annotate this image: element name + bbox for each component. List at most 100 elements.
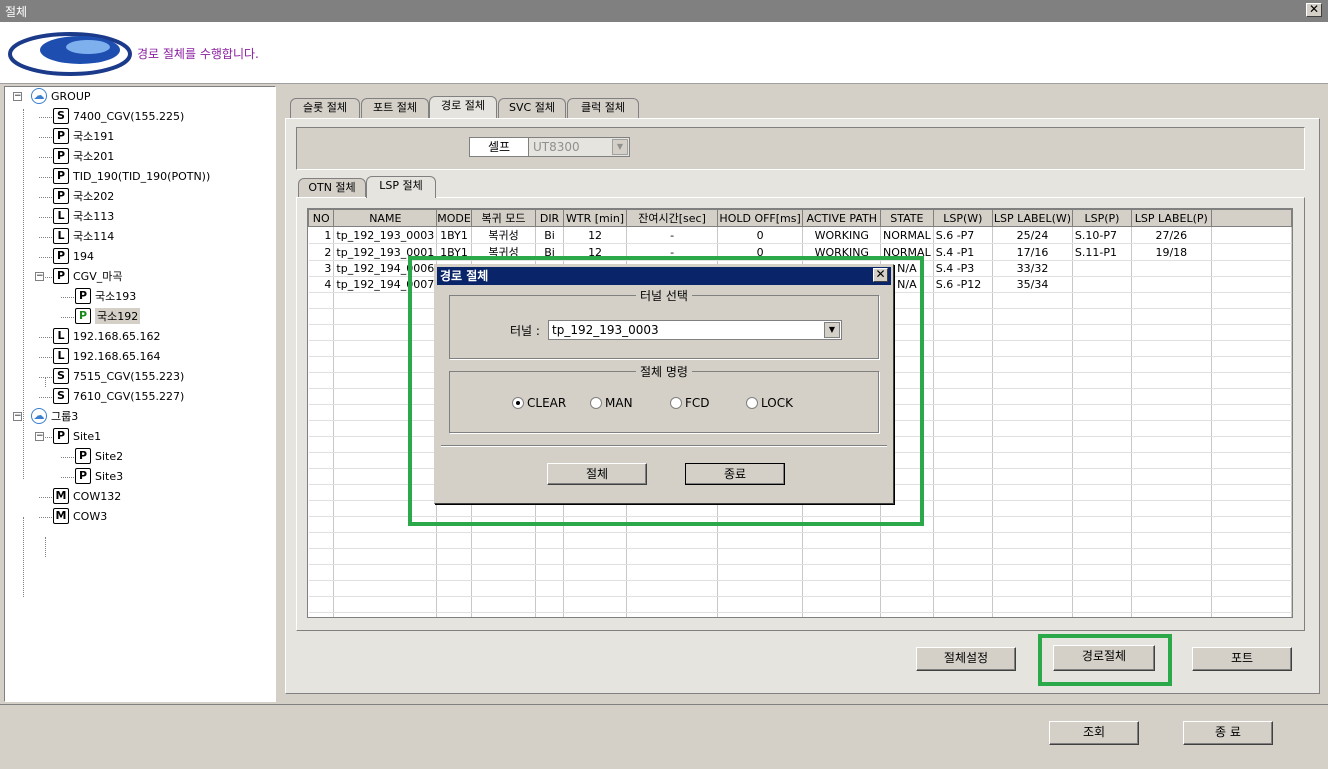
table-row[interactable] xyxy=(308,596,1292,613)
column-header[interactable]: MODE xyxy=(436,209,472,227)
tree-node[interactable]: P 국소202 xyxy=(53,188,114,206)
column-header[interactable]: ACTIVE PATH xyxy=(802,209,882,227)
table-row[interactable] xyxy=(308,516,1292,533)
radio-lock[interactable]: LOCK xyxy=(746,395,793,410)
column-header[interactable]: LSP(P) xyxy=(1071,209,1133,227)
table-cell xyxy=(992,292,1073,309)
table-cell xyxy=(1072,356,1133,373)
column-header[interactable]: HOLD OFF[ms] xyxy=(716,209,804,227)
dialog-switch-button[interactable]: 절체 xyxy=(547,463,647,485)
column-header[interactable]: STATE xyxy=(880,209,934,227)
tree-node[interactable]: P Site2 xyxy=(75,448,123,466)
tree-node[interactable]: P Site3 xyxy=(75,468,123,486)
radio-clear-label: CLEAR xyxy=(527,395,567,410)
table-cell: S.6 -P7 xyxy=(933,226,994,244)
table-cell xyxy=(992,436,1073,453)
table-cell xyxy=(880,548,934,565)
tree-node[interactable]: P 국소201 xyxy=(53,148,114,166)
column-header[interactable]: LSP(W) xyxy=(932,209,994,227)
tree-node[interactable]: P Site1 xyxy=(53,428,101,446)
table-cell xyxy=(333,308,438,325)
tree-collapse-icon[interactable]: − xyxy=(35,272,44,281)
table-cell xyxy=(802,532,882,549)
tree-collapse-icon[interactable]: − xyxy=(35,432,44,441)
tree-collapse-icon[interactable]: − xyxy=(13,92,22,101)
tree-node[interactable]: M COW3 xyxy=(53,508,107,526)
dialog-close-icon[interactable]: ✕ xyxy=(873,268,888,282)
subtab-lsp[interactable]: LSP 절체 xyxy=(366,176,436,198)
path-switch-button[interactable]: 경로절체 xyxy=(1053,645,1155,671)
tree-node[interactable]: ☁ GROUP xyxy=(31,88,91,106)
tree-collapse-icon[interactable]: − xyxy=(13,412,22,421)
table-row[interactable]: 2 tp_192_193_0001 1BY1 복귀성 Bi 12-0 WORKING NORM… xyxy=(308,243,1292,261)
table-cell xyxy=(333,420,438,437)
switch-setting-button[interactable]: 절체설정 xyxy=(916,647,1016,671)
shelf-select[interactable]: UT8300 ▼ xyxy=(528,137,630,157)
radio-fcd[interactable]: FCD xyxy=(670,395,710,410)
query-button[interactable]: 조회 xyxy=(1049,721,1139,745)
tree-node[interactable]: P CGV_마곡 xyxy=(53,268,122,286)
radio-clear[interactable]: CLEAR xyxy=(512,395,566,410)
table-cell xyxy=(308,340,335,357)
table-cell xyxy=(563,532,628,549)
tree-node[interactable]: L 국소113 xyxy=(53,208,114,226)
tree-node[interactable]: P 국소192 xyxy=(75,308,141,326)
table-row[interactable] xyxy=(308,564,1292,581)
column-header[interactable]: 복귀 모드 xyxy=(470,209,537,227)
tab-path-switch[interactable]: 경로 절체 xyxy=(429,96,497,118)
table-row[interactable] xyxy=(308,612,1292,617)
table-cell: 17/16 xyxy=(992,243,1073,261)
table-row[interactable]: 1 tp_192_193_0003 1BY1 복귀성 Bi 12-0 WORKING NORM… xyxy=(308,226,1292,244)
tab-port-switch[interactable]: 포트 절체 xyxy=(361,98,429,118)
tree-node[interactable]: ☁ 그룹3 xyxy=(31,408,78,426)
tab-clock-switch[interactable]: 클럭 절체 xyxy=(567,98,639,118)
node-type-s-icon: S xyxy=(53,388,69,404)
chevron-down-icon[interactable]: ▼ xyxy=(612,139,628,155)
tree-node-label: 국소191 xyxy=(73,130,115,143)
tree-node[interactable]: L 192.168.65.164 xyxy=(53,348,160,366)
tree-node[interactable]: P 국소191 xyxy=(53,128,114,146)
tree-node[interactable]: L 국소114 xyxy=(53,228,114,246)
column-header[interactable]: NAME xyxy=(333,209,438,227)
table-cell xyxy=(1131,452,1212,469)
tree-node[interactable]: P 국소193 xyxy=(75,288,136,306)
tree-node[interactable]: S 7515_CGV(155.223) xyxy=(53,368,184,386)
exit-button[interactable]: 종 료 xyxy=(1183,721,1273,745)
tree-connector xyxy=(45,537,46,557)
column-header[interactable]: 잔여시간[sec] xyxy=(626,209,718,227)
tunnel-select[interactable]: tp_192_193_0003 ▼ xyxy=(548,320,842,340)
node-type-m-icon: M xyxy=(53,488,69,504)
column-header[interactable]: LSP LABEL(P) xyxy=(1131,209,1212,227)
node-type-p-icon: P xyxy=(53,428,69,444)
column-header[interactable]: LSP LABEL(W) xyxy=(992,209,1073,227)
tree-node[interactable]: M COW132 xyxy=(53,488,121,506)
table-cell xyxy=(880,564,934,581)
table-row[interactable] xyxy=(308,580,1292,597)
tree-node[interactable]: L 192.168.65.162 xyxy=(53,328,160,346)
column-header[interactable]: WTR [min] xyxy=(562,209,628,227)
table-cell xyxy=(802,580,882,597)
radio-man[interactable]: MAN xyxy=(590,395,633,410)
table-cell xyxy=(333,452,438,469)
column-header[interactable]: NO xyxy=(308,209,335,227)
command-group-title: 절체 명령 xyxy=(636,365,692,379)
dialog-close-button[interactable]: 종료 xyxy=(685,463,785,485)
table-cell xyxy=(880,516,934,533)
column-header[interactable] xyxy=(1210,209,1292,227)
subtab-otn[interactable]: OTN 절체 xyxy=(298,178,366,198)
tree-node[interactable]: P TID_190(TID_190(POTN)) xyxy=(53,168,210,186)
table-cell xyxy=(1131,372,1212,389)
port-button[interactable]: 포트 xyxy=(1192,647,1292,671)
window-close-icon[interactable]: ✕ xyxy=(1306,3,1322,17)
tree-node[interactable]: P 194 xyxy=(53,248,94,266)
tab-slot-switch[interactable]: 슬롯 절체 xyxy=(290,98,360,118)
column-header[interactable]: DIR xyxy=(535,209,564,227)
tree-node[interactable]: S 7400_CGV(155.225) xyxy=(53,108,184,126)
device-tree[interactable]: ☁ GROUP − S 7400_CGV(155.225) P 국소191 P 국소201 P TI… xyxy=(4,86,276,702)
tab-svc-switch[interactable]: SVC 절체 xyxy=(498,98,566,118)
table-cell xyxy=(933,308,994,325)
table-row[interactable] xyxy=(308,532,1292,549)
tree-node[interactable]: S 7610_CGV(155.227) xyxy=(53,388,184,406)
chevron-down-icon[interactable]: ▼ xyxy=(824,322,840,338)
table-row[interactable] xyxy=(308,548,1292,565)
